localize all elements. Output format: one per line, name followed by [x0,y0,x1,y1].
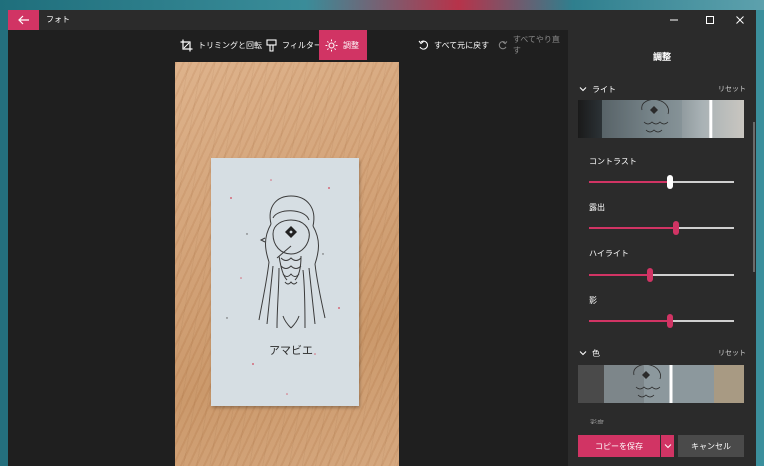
slider-thumb[interactable] [673,221,679,235]
undo-icon [418,40,428,50]
close-button[interactable] [724,10,756,30]
slider-fill [589,320,671,322]
amabie-drawing: アマビエ [226,179,340,395]
slider-thumb[interactable] [646,268,653,282]
save-copy-button[interactable]: コピーを保存 [578,435,660,457]
exposure-label: 露出 [589,203,605,212]
desktop-background [0,0,764,10]
crop-rotate-label: トリミングと回転 [198,40,262,50]
color-strip-marker[interactable] [669,365,673,403]
panel-scrollbar[interactable] [753,122,755,272]
color-section-label: 色 [592,348,600,358]
adjust-label: 調整 [343,40,359,50]
undo-all-label: すべて元に戻す [434,40,490,50]
crop-rotate-button[interactable]: トリミングと回転 [174,30,268,60]
desktop-background-right [756,10,764,466]
light-strip-graphic [578,100,744,138]
arrow-left-icon [17,15,29,25]
desktop-background-left [0,10,8,466]
card-caption: アマビエ [269,344,313,357]
photos-app-window: フォト トリミングと回転 フィルター 調整 すべて元に戻す すべてやり直す アマ… [8,10,756,466]
back-button[interactable] [8,10,39,30]
minimize-button[interactable] [658,10,690,30]
exposure-slider[interactable] [589,221,734,235]
panel-title: 調整 [652,53,671,63]
shadows-slider[interactable] [589,314,734,328]
redo-all-label: すべてやり直す [512,35,560,55]
sun-icon [325,39,338,51]
color-preview-strip[interactable] [578,365,744,403]
filter-icon [266,38,277,52]
slider-thumb[interactable] [667,314,674,328]
shadows-label: 影 [589,296,597,305]
chevron-down-icon [579,351,587,356]
adjust-panel: 調整 ライト リセット コントラスト 露出 ハイライト 影 色 リセット 彩度 … [568,30,756,466]
color-section-header[interactable]: 色 リセット [578,346,746,360]
color-strip-graphic [578,365,744,403]
slider-fill [589,274,650,276]
undo-all-button[interactable]: すべて元に戻す [412,30,495,60]
contrast-slider[interactable] [589,175,734,189]
edit-toolbar: トリミングと回転 フィルター 調整 すべて元に戻す すべてやり直す [8,30,568,60]
light-strip-marker[interactable] [709,100,713,138]
slider-thumb[interactable] [667,175,674,189]
cancel-button[interactable]: キャンセル [678,435,744,457]
photo-canvas: アマビエ [8,60,568,466]
light-section-label: ライト [592,84,616,94]
filter-button[interactable]: フィルター [260,30,328,60]
app-title: フォト [46,15,70,24]
highlights-label: ハイライト [589,249,629,258]
crop-rotate-icon [180,39,193,51]
saturation-label: 彩度 [590,419,604,424]
save-options-dropdown[interactable] [661,435,674,457]
minimize-icon [670,19,678,21]
light-preview-strip[interactable] [578,100,744,138]
close-icon [736,16,744,24]
light-section-header[interactable]: ライト リセット [578,82,746,96]
light-reset-link[interactable]: リセット [718,84,746,94]
slider-fill [589,181,671,183]
color-reset-link[interactable]: リセット [718,348,746,358]
edited-photo[interactable]: アマビエ [175,62,399,466]
title-bar: フォト [8,10,756,30]
chevron-down-icon [664,444,671,449]
slider-fill [589,227,676,229]
contrast-label: コントラスト [589,157,637,166]
chevron-down-icon [579,87,587,92]
filter-label: フィルター [282,40,322,50]
redo-icon [498,40,508,49]
paper-card: アマビエ [211,158,359,406]
maximize-button[interactable] [694,10,726,30]
maximize-icon [706,16,714,24]
redo-all-button[interactable]: すべてやり直す [492,30,568,60]
highlights-slider[interactable] [589,268,734,282]
adjust-tab[interactable]: 調整 [319,30,367,60]
